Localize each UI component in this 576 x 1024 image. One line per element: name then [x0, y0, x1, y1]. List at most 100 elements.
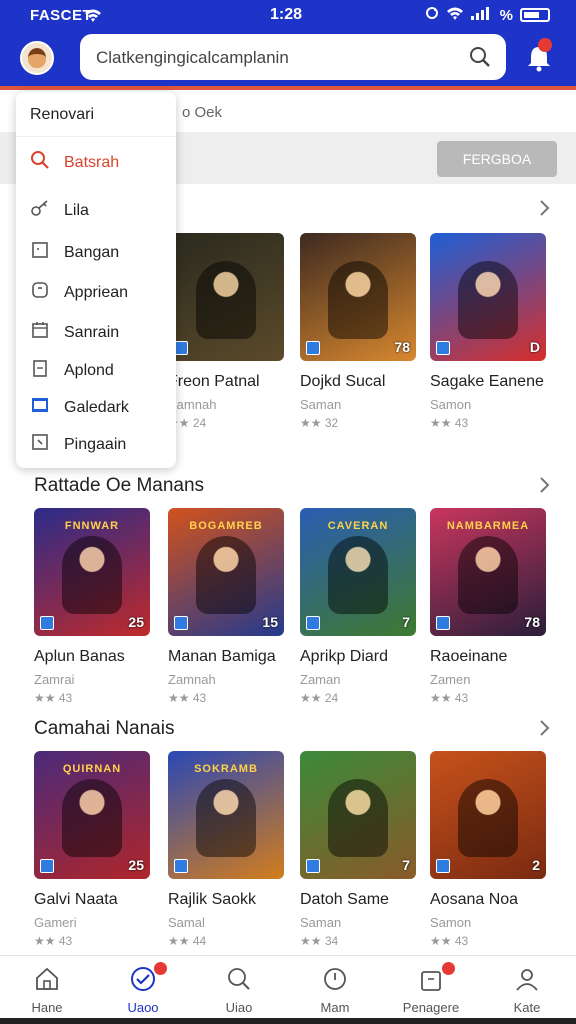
- tag-icon: [30, 432, 50, 457]
- search-placeholder[interactable]: Clatkengingicalcamplanin: [96, 48, 289, 68]
- menu-title: Renovari: [30, 106, 95, 123]
- game-card[interactable]: QUIRNAN 25 Galvi Naata Gameri ★★ 43: [34, 751, 152, 948]
- game-logo: [308, 759, 408, 779]
- game-thumbnail[interactable]: SOKRAMB: [168, 751, 284, 879]
- tab-mam[interactable]: Mam: [290, 964, 380, 1015]
- menu-item-label: Bangan: [64, 243, 120, 261]
- game-rating: ★★ 43: [168, 691, 207, 705]
- game-subtitle: Gameri: [34, 915, 77, 930]
- game-rating: ★★ 43: [430, 416, 469, 430]
- notification-dot: [442, 962, 455, 975]
- game-title: Raoeinane: [430, 648, 508, 665]
- status-bar: FASCET 1:28 %: [0, 0, 576, 30]
- game-subtitle: Samon: [430, 397, 472, 412]
- section-title: Rattade Oe Manans: [34, 475, 205, 496]
- age-rating-badge: 7: [402, 614, 410, 630]
- game-title: Aplun Banas: [34, 648, 125, 665]
- game-card[interactable]: CAVERAN 7 Aprikp Diard Zaman ★★ 24: [300, 508, 418, 705]
- game-title: Dojkd Sucal: [300, 373, 386, 390]
- age-rating-badge: 25: [128, 857, 144, 873]
- game-title: Aprikp Diard: [300, 648, 389, 665]
- menu-item-label: Batsrah: [64, 153, 120, 171]
- age-rating-badge: 25: [128, 614, 144, 630]
- clock-time: 1:28: [270, 6, 303, 23]
- tab-penagere[interactable]: Penagere: [386, 962, 476, 1015]
- game-card[interactable]: 2 Aosana Noa Samon ★★ 43: [430, 751, 548, 948]
- game-rating: ★★ 24: [300, 691, 339, 705]
- game-thumbnail[interactable]: [168, 233, 284, 361]
- game-card[interactable]: 78 Dojkd Sucal Saman ★★ 32: [300, 233, 418, 430]
- menu-item-pingaain[interactable]: Pingaain: [30, 432, 126, 457]
- wifi-icon: [446, 6, 464, 24]
- search-icon[interactable]: [468, 45, 492, 74]
- game-thumbnail[interactable]: 2: [430, 751, 546, 879]
- chevron-right-icon[interactable]: [538, 718, 552, 743]
- home-icon: [2, 964, 92, 994]
- game-thumbnail[interactable]: QUIRNAN 25: [34, 751, 150, 879]
- game-card[interactable]: BOGAMREB 15 Manan Bamiga Zamnah ★★ 43: [168, 508, 286, 705]
- game-thumbnail[interactable]: CAVERAN 7: [300, 508, 416, 636]
- signal-icon: [470, 6, 493, 24]
- chevron-right-icon[interactable]: [538, 475, 552, 500]
- game-card[interactable]: Freon Patnal Samnah ★★ 24: [168, 233, 286, 430]
- carrier-label: FASCET: [30, 7, 93, 24]
- game-subtitle: Saman: [300, 397, 342, 412]
- game-rating: ★★ 32: [300, 416, 339, 430]
- status-icons: %: [425, 6, 550, 24]
- search-bar[interactable]: Clatkengingicalcamplanin: [80, 34, 506, 80]
- header-accent-line: [0, 86, 576, 90]
- notifications-button[interactable]: [526, 38, 552, 77]
- dropdown-menu: Renovari Batsrah Lila Bangan Appriean Sa…: [16, 92, 176, 468]
- game-character-art: [328, 779, 388, 857]
- game-card[interactable]: 7 Datoh Same Saman ★★ 34: [300, 751, 418, 948]
- avatar[interactable]: [20, 41, 54, 75]
- game-thumbnail[interactable]: 78: [300, 233, 416, 361]
- platform-badge-icon: [40, 859, 54, 873]
- tab-uaoo[interactable]: Uaoo: [98, 962, 188, 1015]
- band-button[interactable]: FERGBOA: [437, 141, 557, 177]
- game-card[interactable]: NAMBARMEA 78 Raoeinane Zamen ★★ 43: [430, 508, 548, 705]
- platform-badge-icon: [436, 859, 450, 873]
- game-character-art: [62, 536, 122, 614]
- game-character-art: [196, 261, 256, 339]
- menu-item-sanrain[interactable]: Sanrain: [30, 320, 119, 345]
- menu-item-batsrah[interactable]: Batsrah: [30, 150, 119, 175]
- game-card[interactable]: FNNWAR 25 Aplun Banas Zamrai ★★ 43: [34, 508, 152, 705]
- menu-item-label: Galedark: [64, 398, 129, 416]
- tab-uiao[interactable]: Uiao: [194, 964, 284, 1015]
- game-title: Datoh Same: [300, 891, 389, 908]
- platform-badge-icon: [174, 616, 188, 630]
- game-thumbnail[interactable]: FNNWAR 25: [34, 508, 150, 636]
- battery-percent: %: [499, 6, 513, 24]
- search-icon: [194, 964, 284, 994]
- menu-item-appriean[interactable]: Appriean: [30, 280, 128, 305]
- game-thumbnail[interactable]: BOGAMREB 15: [168, 508, 284, 636]
- game-rating: ★★ 43: [430, 691, 469, 705]
- menu-item-lila[interactable]: Lila: [30, 198, 89, 223]
- platform-badge-icon: [436, 341, 450, 355]
- game-card[interactable]: D Sagake Eanene Samon ★★ 43: [430, 233, 548, 430]
- avatar-face: [28, 48, 46, 68]
- platform-badge-icon: [174, 341, 188, 355]
- tab-kate[interactable]: Kate: [482, 964, 572, 1015]
- platform-badge-icon: [436, 616, 450, 630]
- calendar-icon: [30, 320, 50, 345]
- game-subtitle: Zamen: [430, 672, 471, 687]
- menu-item-galedark[interactable]: Galedark: [30, 395, 129, 420]
- tab-hane[interactable]: Hane: [2, 964, 92, 1015]
- game-rating: ★★ 43: [34, 934, 73, 948]
- age-rating-badge: 78: [524, 614, 540, 630]
- menu-item-aplond[interactable]: Aplond: [30, 358, 114, 383]
- search-icon: [30, 150, 50, 175]
- game-rating: ★★ 24: [168, 416, 207, 430]
- game-card[interactable]: SOKRAMB Rajlik Saokk Samal ★★ 44: [168, 751, 286, 948]
- platform-badge-icon: [174, 859, 188, 873]
- game-subtitle: Samnah: [168, 397, 217, 412]
- game-thumbnail[interactable]: NAMBARMEA 78: [430, 508, 546, 636]
- menu-item-bangan[interactable]: Bangan: [30, 240, 119, 265]
- bag-icon: [386, 962, 476, 994]
- chevron-right-icon[interactable]: [538, 198, 552, 223]
- game-thumbnail[interactable]: 7: [300, 751, 416, 879]
- game-thumbnail[interactable]: D: [430, 233, 546, 361]
- platform-badge-icon: [306, 341, 320, 355]
